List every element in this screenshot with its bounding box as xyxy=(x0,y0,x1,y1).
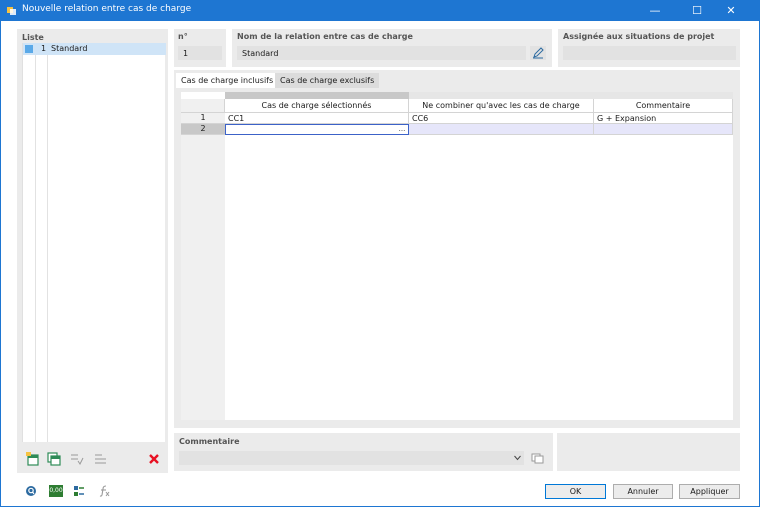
number-label: n° xyxy=(178,32,188,41)
apply-button[interactable]: Appliquer xyxy=(679,484,740,499)
row-number[interactable]: 2 xyxy=(181,124,225,135)
ellipsis-button[interactable]: ... xyxy=(396,125,408,134)
window-title: Nouvelle relation entre cas de charge xyxy=(22,4,192,14)
list-item-label: Standard xyxy=(51,44,88,53)
cancel-button[interactable]: Annuler xyxy=(613,484,673,499)
search-icon[interactable] xyxy=(25,485,37,497)
edit-icon xyxy=(533,47,544,59)
comment-dropdown[interactable] xyxy=(179,451,524,465)
comment-title: Commentaire xyxy=(179,437,240,446)
row-header-column xyxy=(181,135,225,420)
cell-combine-only[interactable] xyxy=(409,124,594,135)
decimal-format-icon[interactable]: 0,00 xyxy=(49,485,63,497)
row-number[interactable]: 1 xyxy=(181,113,225,124)
number-panel: n° 1 xyxy=(174,29,226,67)
new-item-icon[interactable] xyxy=(26,452,40,466)
name-label: Nom de la relation entre cas de charge xyxy=(237,32,413,41)
cell-selected[interactable]: CC1 xyxy=(225,113,409,124)
number-field[interactable]: 1 xyxy=(178,46,222,60)
load-case-table: Cas de charge sélectionnés Ne combiner q… xyxy=(181,92,733,420)
uncheck-all-icon[interactable] xyxy=(94,452,108,466)
maximize-button[interactable]: ☐ xyxy=(682,0,712,21)
maximize-icon: ☐ xyxy=(692,4,702,17)
list-box[interactable]: 1 Standard xyxy=(22,43,166,442)
ok-button[interactable]: OK xyxy=(545,484,606,499)
delete-icon[interactable] xyxy=(147,452,161,466)
units-icon[interactable] xyxy=(73,485,85,497)
edit-name-button[interactable] xyxy=(530,46,546,60)
assigned-field[interactable] xyxy=(563,46,736,60)
column-header-selected[interactable]: Cas de charge sélectionnés xyxy=(225,99,409,113)
color-swatch-icon xyxy=(25,45,33,53)
corner-header xyxy=(181,99,225,113)
list-title: Liste xyxy=(22,33,44,42)
assigned-panel: Assignée aux situations de projet xyxy=(558,29,740,67)
tab-inclusive[interactable]: Cas de charge inclusifs xyxy=(176,73,279,88)
close-icon: ✕ xyxy=(726,4,736,17)
list-item[interactable]: 1 Standard xyxy=(23,43,166,55)
column-header-comment[interactable]: Commentaire xyxy=(594,99,733,113)
formula-icon[interactable] xyxy=(98,485,110,497)
cell-selected-editing[interactable] xyxy=(225,124,409,135)
title-bar: Nouvelle relation entre cas de charge — … xyxy=(0,0,760,21)
minimize-button[interactable]: — xyxy=(640,0,670,21)
cell-combine-only[interactable]: CC6 xyxy=(409,113,594,124)
chevron-down-icon xyxy=(514,455,521,461)
name-panel: Nom de la relation entre cas de charge S… xyxy=(232,29,552,67)
cell-comment[interactable] xyxy=(594,124,733,135)
cell-comment[interactable]: G + Expansion xyxy=(594,113,733,124)
tree-line xyxy=(47,43,48,442)
list-item-number: 1 xyxy=(41,44,47,53)
column-header-combine-only[interactable]: Ne combiner qu'avec les cas de charge xyxy=(409,99,594,113)
comment-extra-panel xyxy=(557,433,740,471)
tree-line xyxy=(35,43,36,442)
assigned-label: Assignée aux situations de projet xyxy=(563,32,715,41)
app-icon xyxy=(7,7,16,15)
tab-exclusive[interactable]: Cas de charge exclusifs xyxy=(275,73,380,88)
copy-item-icon[interactable] xyxy=(47,452,61,466)
name-field[interactable]: Standard xyxy=(237,46,526,60)
close-button[interactable]: ✕ xyxy=(716,0,746,21)
comment-library-icon[interactable] xyxy=(531,452,545,464)
comment-panel: Commentaire xyxy=(174,433,553,471)
minimize-icon: — xyxy=(649,4,661,17)
check-all-icon[interactable] xyxy=(70,452,84,466)
